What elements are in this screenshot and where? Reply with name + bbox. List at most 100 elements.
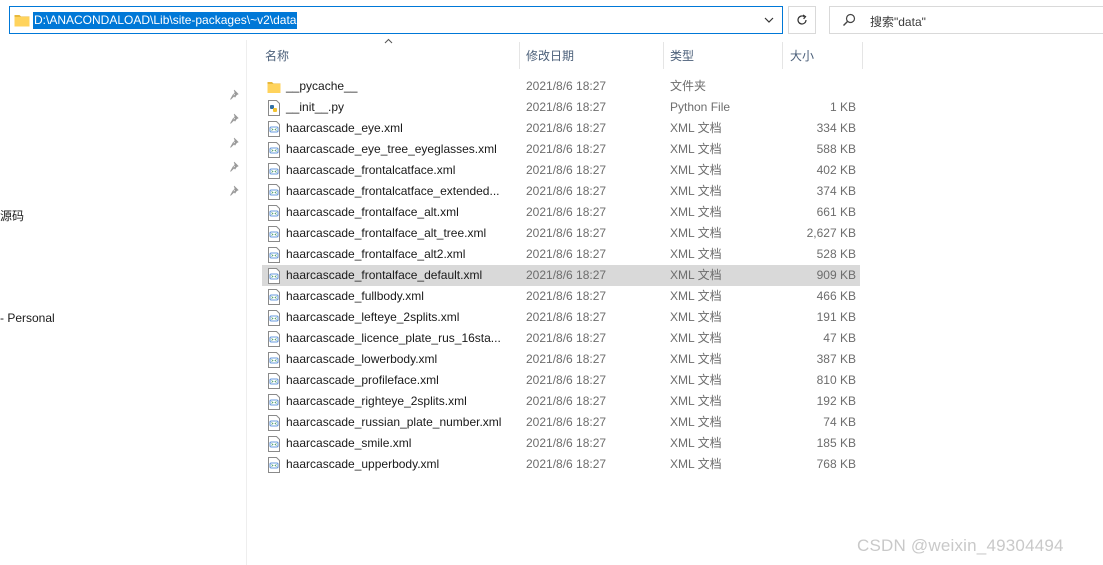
file-name: haarcascade_frontalface_alt.xml [286,205,459,219]
xml-file-icon [267,289,281,305]
file-row[interactable]: __init__.py 2021/8/6 18:27 Python File 1 KB [262,97,860,118]
file-date: 2021/8/6 18:27 [526,184,607,198]
file-size: 810 KB [816,373,856,387]
file-row[interactable]: haarcascade_lowerbody.xml 2021/8/6 18:27 X… [262,349,860,370]
file-date: 2021/8/6 18:27 [526,247,607,261]
file-name: haarcascade_profileface.xml [286,373,439,387]
file-row[interactable]: haarcascade_fullbody.xml 2021/8/6 18:27 XM… [262,286,860,307]
xml-file-icon [267,373,281,389]
file-size: 185 KB [816,436,856,450]
xml-file-icon [267,268,281,284]
file-date: 2021/8/6 18:27 [526,142,607,156]
file-name: haarcascade_licence_plate_rus_16sta... [286,331,501,345]
address-path[interactable]: D:\ANACONDALOAD\Lib\site-packages\~v2\da… [33,12,298,29]
file-type: XML 文档 [670,436,722,450]
file-explorer-window: D:\ANACONDALOAD\Lib\site-packages\~v2\da… [0,0,1103,565]
file-type: XML 文档 [670,268,722,282]
nav-item-source[interactable]: 源码 [0,207,24,224]
file-type: XML 文档 [670,121,722,135]
file-row[interactable]: haarcascade_eye_tree_eyeglasses.xml 2021/… [262,139,860,160]
xml-file-icon [267,331,281,347]
file-date: 2021/8/6 18:27 [526,121,607,135]
file-name: haarcascade_eye.xml [286,121,403,135]
file-name: haarcascade_frontalcatface.xml [286,163,456,177]
file-name: haarcascade_upperbody.xml [286,457,440,471]
file-size: 909 KB [816,268,856,282]
file-name: __init__.py [286,100,345,114]
search-input[interactable]: 搜索"data" [829,6,1103,34]
column-header-size[interactable]: 大小 [790,40,850,70]
xml-file-icon [267,247,281,263]
file-row[interactable]: __pycache__ 2021/8/6 18:27 文件夹 [262,76,860,97]
address-bar[interactable]: D:\ANACONDALOAD\Lib\site-packages\~v2\da… [9,6,783,34]
file-row[interactable]: haarcascade_lefteye_2splits.xml 2021/8/6 … [262,307,860,328]
file-date: 2021/8/6 18:27 [526,205,607,219]
file-size: 2,627 KB [806,226,856,240]
file-name: haarcascade_russian_plate_number.xml [286,415,502,429]
column-header-name[interactable]: 名称 [265,40,515,70]
file-row[interactable]: haarcascade_frontalcatface_extended... 20… [262,181,860,202]
address-dropdown-button[interactable] [756,7,782,33]
file-row[interactable]: haarcascade_eye.xml 2021/8/6 18:27 XML 文档 3… [262,118,860,139]
file-size: 588 KB [816,142,856,156]
column-header-type[interactable]: 类型 [670,40,775,70]
pin-icon[interactable] [229,161,241,173]
file-row[interactable]: haarcascade_frontalface_default.xml 2021/… [262,265,860,286]
file-row[interactable]: haarcascade_upperbody.xml 2021/8/6 18:27 X… [262,454,860,475]
pin-icon[interactable] [229,185,241,197]
xml-file-icon [267,226,281,242]
file-size: 47 KB [823,331,856,345]
file-date: 2021/8/6 18:27 [526,289,607,303]
refresh-button[interactable] [788,6,816,34]
file-row[interactable]: haarcascade_profileface.xml 2021/8/6 18:2… [262,370,860,391]
pin-icon[interactable] [229,89,241,101]
file-row[interactable]: haarcascade_righteye_2splits.xml 2021/8/6… [262,391,860,412]
file-size: 768 KB [816,457,856,471]
pin-icon[interactable] [229,113,241,125]
file-type: XML 文档 [670,247,722,261]
file-date: 2021/8/6 18:27 [526,436,607,450]
file-date: 2021/8/6 18:27 [526,373,607,387]
file-name: haarcascade_frontalface_default.xml [286,268,483,282]
file-type: Python File [670,100,731,114]
file-name: haarcascade_frontalface_alt_tree.xml [286,226,487,240]
file-date: 2021/8/6 18:27 [526,79,607,93]
refresh-icon [797,14,807,25]
file-size: 402 KB [816,163,856,177]
column-header-date[interactable]: 修改日期 [526,40,656,70]
column-divider[interactable] [862,42,863,69]
file-type: XML 文档 [670,415,722,429]
column-divider[interactable] [663,42,664,69]
file-row[interactable]: haarcascade_licence_plate_rus_16sta... 20… [262,328,860,349]
file-date: 2021/8/6 18:27 [526,100,607,114]
file-row[interactable]: haarcascade_frontalface_alt2.xml 2021/8/6… [262,244,860,265]
file-size: 334 KB [816,121,856,135]
file-date: 2021/8/6 18:27 [526,415,607,429]
file-name: haarcascade_fullbody.xml [286,289,424,303]
pin-icon[interactable] [229,137,241,149]
file-size: 528 KB [816,247,856,261]
file-name: haarcascade_smile.xml [286,436,412,450]
xml-file-icon [267,142,281,158]
file-size: 466 KB [816,289,856,303]
file-row[interactable]: haarcascade_frontalface_alt.xml 2021/8/6 … [262,202,860,223]
file-row[interactable]: haarcascade_frontalcatface.xml 2021/8/6 1… [262,160,860,181]
column-divider[interactable] [782,42,783,69]
file-type: XML 文档 [670,184,722,198]
file-date: 2021/8/6 18:27 [526,331,607,345]
search-placeholder: 搜索"data" [870,15,926,29]
python-file-icon [267,100,281,116]
file-row[interactable]: haarcascade_frontalface_alt_tree.xml 2021… [262,223,860,244]
column-divider[interactable] [519,42,520,69]
file-row[interactable]: haarcascade_russian_plate_number.xml 2021… [262,412,860,433]
file-type: XML 文档 [670,163,722,177]
file-type: XML 文档 [670,331,722,345]
pane-divider[interactable] [246,40,247,565]
xml-file-icon [267,163,281,179]
xml-file-icon [267,352,281,368]
nav-item-personal[interactable]: - Personal [0,311,55,325]
xml-file-icon [267,184,281,200]
file-size: 74 KB [823,415,856,429]
file-row[interactable]: haarcascade_smile.xml 2021/8/6 18:27 XML 文… [262,433,860,454]
folder-icon [14,15,30,27]
